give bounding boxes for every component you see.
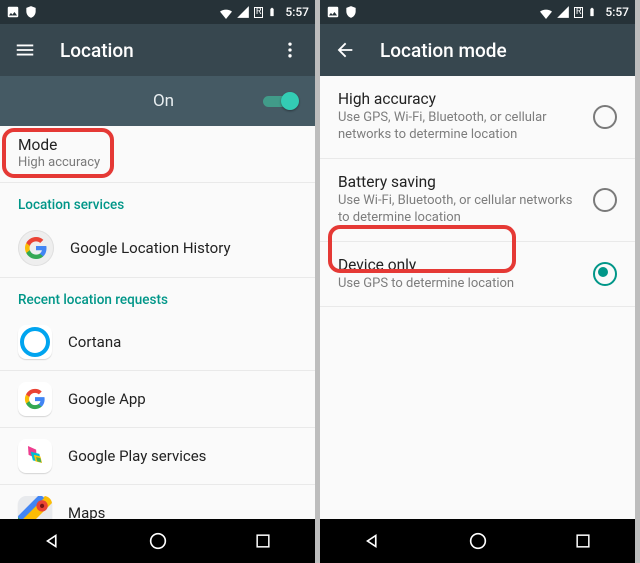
section-location-services: Location services [0, 183, 315, 219]
status-time: 5:57 [605, 5, 629, 19]
two-phone-stage: R 5:57 Location On Mode [0, 0, 640, 563]
phone-right: R 5:57 Location mode High accuracy Use G… [320, 0, 635, 563]
shield-icon [24, 5, 38, 19]
nav-back[interactable] [41, 529, 65, 553]
page-title: Location mode [380, 39, 507, 62]
option-battery-saving[interactable]: Battery saving Use Wi-Fi, Bluetooth, or … [320, 159, 635, 242]
mode-value: High accuracy [18, 155, 297, 170]
play-services-icon [18, 439, 52, 473]
location-settings-list: Mode High accuracy Location services Goo… [0, 126, 315, 519]
radio-icon[interactable] [593, 188, 617, 212]
section-recent-requests: Recent location requests [0, 278, 315, 314]
service-google-location-history[interactable]: Google Location History [0, 219, 315, 278]
google-g-icon [18, 230, 54, 266]
radio-icon[interactable] [593, 262, 617, 286]
app-cortana[interactable]: Cortana [0, 314, 315, 371]
app-play-services[interactable]: Google Play services [0, 428, 315, 485]
back-icon[interactable] [334, 39, 356, 61]
nav-back[interactable] [361, 529, 385, 553]
location-toggle[interactable] [263, 91, 297, 111]
nav-recents[interactable] [571, 529, 595, 553]
mode-label: Mode [18, 136, 297, 154]
image-icon [326, 5, 340, 19]
signal-icon [236, 5, 250, 19]
app-label: Cortana [68, 333, 121, 351]
app-label: Google Play services [68, 447, 206, 465]
menu-icon[interactable] [14, 39, 36, 61]
status-left-icons [6, 5, 38, 19]
mode-options-list: High accuracy Use GPS, Wi-Fi, Bluetooth,… [320, 76, 635, 519]
app-maps[interactable]: Maps [0, 485, 315, 519]
option-subtitle: Use GPS to determine location [338, 276, 581, 293]
roaming-badge: R [574, 7, 584, 18]
option-title: High accuracy [338, 90, 581, 108]
option-device-only[interactable]: Device only Use GPS to determine locatio… [320, 242, 635, 308]
image-icon [6, 5, 20, 19]
maps-icon [18, 496, 52, 519]
shield-icon [344, 5, 358, 19]
phone-left: R 5:57 Location On Mode [0, 0, 320, 563]
toggle-label: On [64, 91, 263, 111]
wifi-icon [538, 5, 552, 19]
mode-row[interactable]: Mode High accuracy [0, 126, 315, 183]
location-master-toggle-row[interactable]: On [0, 76, 315, 126]
nav-bar [0, 519, 315, 563]
battery-icon [267, 5, 281, 19]
app-label: Maps [68, 504, 105, 519]
status-bar: R 5:57 [320, 0, 635, 24]
status-time: 5:57 [285, 5, 309, 19]
nav-home[interactable] [466, 529, 490, 553]
battery-icon [587, 5, 601, 19]
option-title: Device only [338, 256, 581, 274]
status-left-icons [326, 5, 358, 19]
roaming-badge: R [254, 7, 264, 18]
appbar-location-mode: Location mode [320, 24, 635, 76]
nav-bar [320, 519, 635, 563]
google-app-icon [18, 382, 52, 416]
option-high-accuracy[interactable]: High accuracy Use GPS, Wi-Fi, Bluetooth,… [320, 76, 635, 159]
service-label: Google Location History [70, 239, 231, 257]
option-title: Battery saving [338, 173, 581, 191]
overflow-icon[interactable] [279, 39, 301, 61]
appbar-location: Location [0, 24, 315, 76]
nav-recents[interactable] [251, 529, 275, 553]
app-label: Google App [68, 390, 146, 408]
nav-home[interactable] [146, 529, 170, 553]
option-subtitle: Use GPS, Wi-Fi, Bluetooth, or cellular n… [338, 110, 581, 144]
signal-icon [556, 5, 570, 19]
status-bar: R 5:57 [0, 0, 315, 24]
option-subtitle: Use Wi-Fi, Bluetooth, or cellular networ… [338, 193, 581, 227]
radio-icon[interactable] [593, 105, 617, 129]
page-title: Location [60, 39, 134, 62]
wifi-icon [218, 5, 232, 19]
cortana-icon [18, 325, 52, 359]
app-google-app[interactable]: Google App [0, 371, 315, 428]
